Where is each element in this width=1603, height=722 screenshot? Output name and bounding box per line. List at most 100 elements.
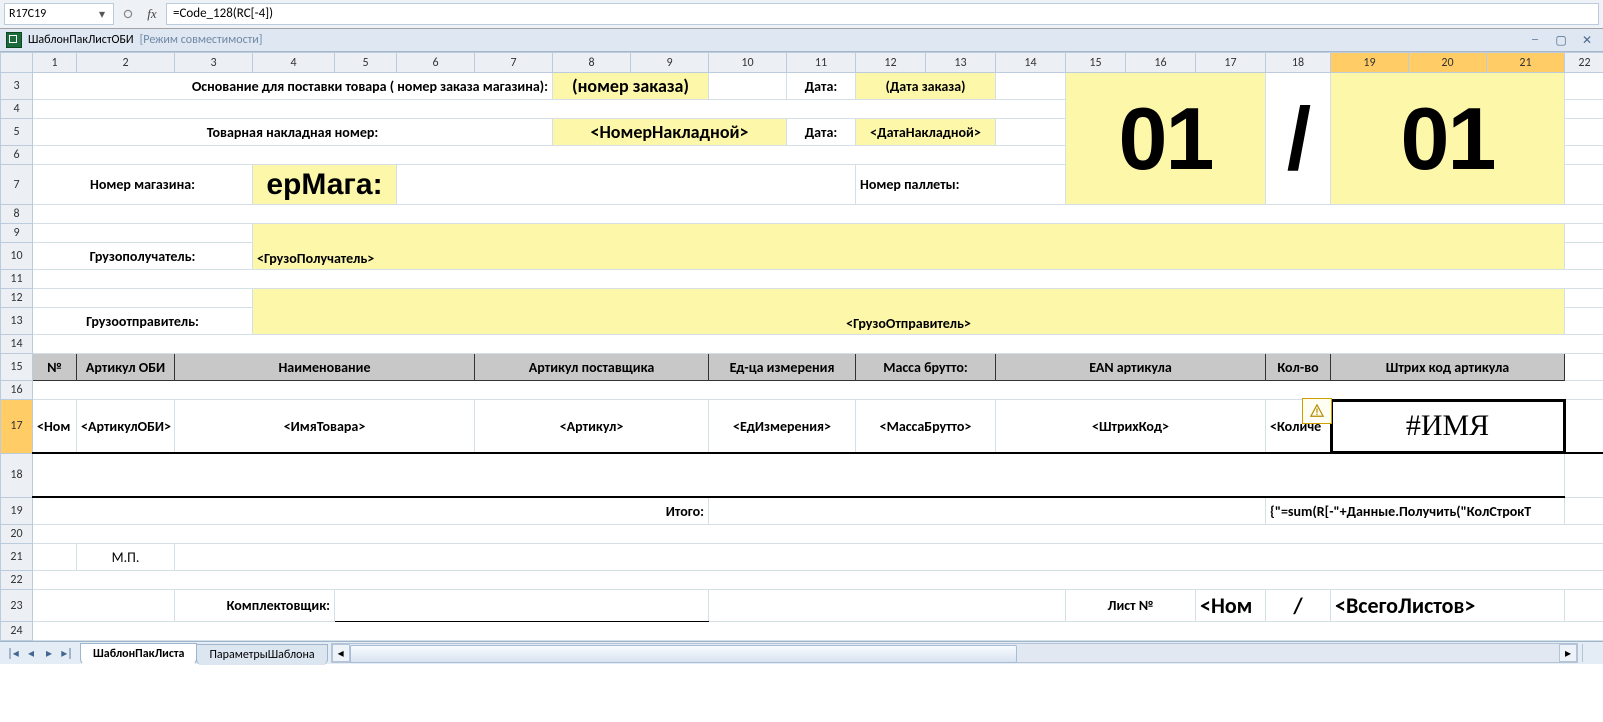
row-header[interactable]: 16 <box>1 381 33 400</box>
value-vsego-listov[interactable]: <ВсегоЛистов> <box>1331 590 1564 621</box>
row-header[interactable]: 14 <box>1 335 33 354</box>
row-header[interactable]: 23 <box>1 590 33 622</box>
label-gruzootpravitel: Грузоотправитель: <box>33 311 252 332</box>
col-header[interactable]: 15 <box>1066 53 1126 73</box>
sheet-tab-active[interactable]: ШаблонПакЛиста <box>80 643 197 665</box>
worksheet-grid[interactable]: 1 2 3 4 5 6 7 8 9 10 11 12 13 14 15 16 1… <box>0 52 1603 641</box>
value-data-nakladnoy[interactable]: <ДатаНакладной> <box>856 122 995 143</box>
row-header[interactable]: 17 <box>1 400 33 454</box>
col-header[interactable]: 17 <box>1196 53 1266 73</box>
sheet-tab[interactable]: ПараметрыШаблона <box>196 644 327 665</box>
col-header[interactable]: 9 <box>631 53 709 73</box>
col-header[interactable]: 14 <box>996 53 1066 73</box>
value-nom[interactable]: <Ном <box>1196 590 1265 621</box>
row-header[interactable]: 8 <box>1 205 33 224</box>
row-header[interactable]: 13 <box>1 308 33 335</box>
tab-first-icon[interactable]: |◂ <box>4 644 22 662</box>
select-all-corner[interactable] <box>1 53 33 73</box>
col-header[interactable]: 13 <box>926 53 996 73</box>
row-header[interactable]: 18 <box>1 453 33 497</box>
name-box[interactable]: R17C19 ▾ <box>4 3 114 25</box>
value-sum-formula[interactable]: {"=sum(R[-"+Данные.Получить("КолСтрокТ <box>1266 501 1564 522</box>
col-header[interactable]: 3 <box>175 53 253 73</box>
row-header[interactable]: 21 <box>1 544 33 571</box>
label-data2: Дата: <box>787 122 855 143</box>
close-icon[interactable]: ✕ <box>1577 32 1597 48</box>
row-header[interactable]: 9 <box>1 224 33 243</box>
col-header[interactable]: 21 <box>1487 53 1565 73</box>
error-smart-tag-icon[interactable] <box>1302 398 1332 424</box>
col-header[interactable]: 8 <box>553 53 631 73</box>
big-counter-right[interactable]: 01 <box>1331 98 1564 180</box>
th-shtrih: Штрих код артикула <box>1331 357 1564 378</box>
name-box-dropdown-icon[interactable]: ▾ <box>95 7 109 21</box>
col-header[interactable]: 11 <box>787 53 856 73</box>
big-counter-left[interactable]: 01 <box>1066 98 1265 180</box>
row-header[interactable]: 24 <box>1 622 33 641</box>
col-header[interactable]: 22 <box>1565 53 1603 73</box>
expand-formula-icon[interactable] <box>118 4 138 24</box>
horizontal-scrollbar[interactable]: ◂ ▸ <box>331 643 1578 663</box>
cell-artikul-obi[interactable]: <АртикулОБИ> <box>77 416 174 437</box>
value-nomer-zakaza[interactable]: (номер заказа) <box>553 73 708 99</box>
label-gruzopoluchatel: Грузополучатель: <box>33 246 252 267</box>
th-no: № <box>33 357 76 378</box>
label-komplekt: Комплектовщик: <box>175 595 334 616</box>
value-gruzootpravitel[interactable]: <ГрузоОтправитель> <box>253 313 1564 334</box>
col-header[interactable]: 16 <box>1126 53 1196 73</box>
col-header[interactable]: 10 <box>709 53 787 73</box>
value-nomer-nakladnoy[interactable]: <НомерНакладной> <box>553 119 786 145</box>
slash2: / <box>1266 590 1330 621</box>
minimize-icon[interactable]: ─ <box>1525 32 1545 48</box>
col-header[interactable]: 19 <box>1331 53 1409 73</box>
value-data-zakaza[interactable]: (Дата заказа) <box>856 76 995 97</box>
value-nomer-magazina[interactable]: ерМага: <box>253 166 396 204</box>
fx-icon[interactable]: fx <box>142 4 162 24</box>
row-header[interactable]: 3 <box>1 73 33 100</box>
row-header[interactable]: 20 <box>1 525 33 544</box>
th-ed-izm: Ед-ца измерения <box>709 357 855 378</box>
cell-shtrih[interactable]: <ШтрихКод> <box>996 416 1265 437</box>
row-header[interactable]: 22 <box>1 571 33 590</box>
cell-ed-izm[interactable]: <ЕдИзмерения> <box>709 416 855 437</box>
row-header[interactable]: 7 <box>1 165 33 205</box>
row-header[interactable]: 10 <box>1 243 33 270</box>
scroll-right-icon[interactable]: ▸ <box>1559 644 1577 662</box>
col-header[interactable]: 1 <box>33 53 77 73</box>
cell-imya-tovara[interactable]: <ИмяТовара> <box>175 416 474 437</box>
tab-last-icon[interactable]: ▸| <box>58 644 76 662</box>
scroll-track[interactable] <box>350 645 1559 661</box>
row-header[interactable]: 5 <box>1 119 33 146</box>
cell-massa[interactable]: <МассаБрутто> <box>856 416 995 437</box>
th-naimenovanie: Наименование <box>175 357 474 378</box>
row-header[interactable]: 12 <box>1 289 33 308</box>
column-headers-row[interactable]: 1 2 3 4 5 6 7 8 9 10 11 12 13 14 15 16 1… <box>1 53 1603 73</box>
restore-icon[interactable]: ▢ <box>1551 32 1571 48</box>
col-header[interactable]: 12 <box>856 53 926 73</box>
row-header[interactable]: 15 <box>1 354 33 381</box>
scroll-thumb[interactable] <box>350 645 1017 663</box>
col-header[interactable]: 2 <box>77 53 175 73</box>
value-gruzopoluchatel[interactable]: <ГрузоПолучатель> <box>253 248 1564 269</box>
col-header[interactable]: 6 <box>397 53 475 73</box>
row-header[interactable]: 19 <box>1 497 33 525</box>
cell-artikul[interactable]: <Артикул> <box>475 416 708 437</box>
cell-nomer[interactable]: <Ном <box>33 416 76 437</box>
tab-prev-icon[interactable]: ◂ <box>22 644 40 662</box>
col-header[interactable]: 20 <box>1409 53 1487 73</box>
row-header[interactable]: 4 <box>1 100 33 119</box>
scroll-left-icon[interactable]: ◂ <box>332 644 350 662</box>
th-artikul-postav: Артикул поставщика <box>475 357 708 378</box>
workbook-title-bar: ШаблонПакЛистОБИ [Режим совместимости] ─… <box>0 29 1603 52</box>
col-header[interactable]: 7 <box>475 53 553 73</box>
th-massa: Масса брутто: <box>856 357 995 378</box>
tab-next-icon[interactable]: ▸ <box>40 644 58 662</box>
col-header[interactable]: 18 <box>1266 53 1331 73</box>
label-mp: М.П. <box>77 547 174 568</box>
cell-error-imya[interactable]: #ИМЯ <box>1331 409 1564 443</box>
col-header[interactable]: 5 <box>335 53 397 73</box>
row-header[interactable]: 6 <box>1 146 33 165</box>
formula-input[interactable]: =Code_128(RC[-4]) <box>166 3 1599 25</box>
row-header[interactable]: 11 <box>1 270 33 289</box>
col-header[interactable]: 4 <box>253 53 335 73</box>
